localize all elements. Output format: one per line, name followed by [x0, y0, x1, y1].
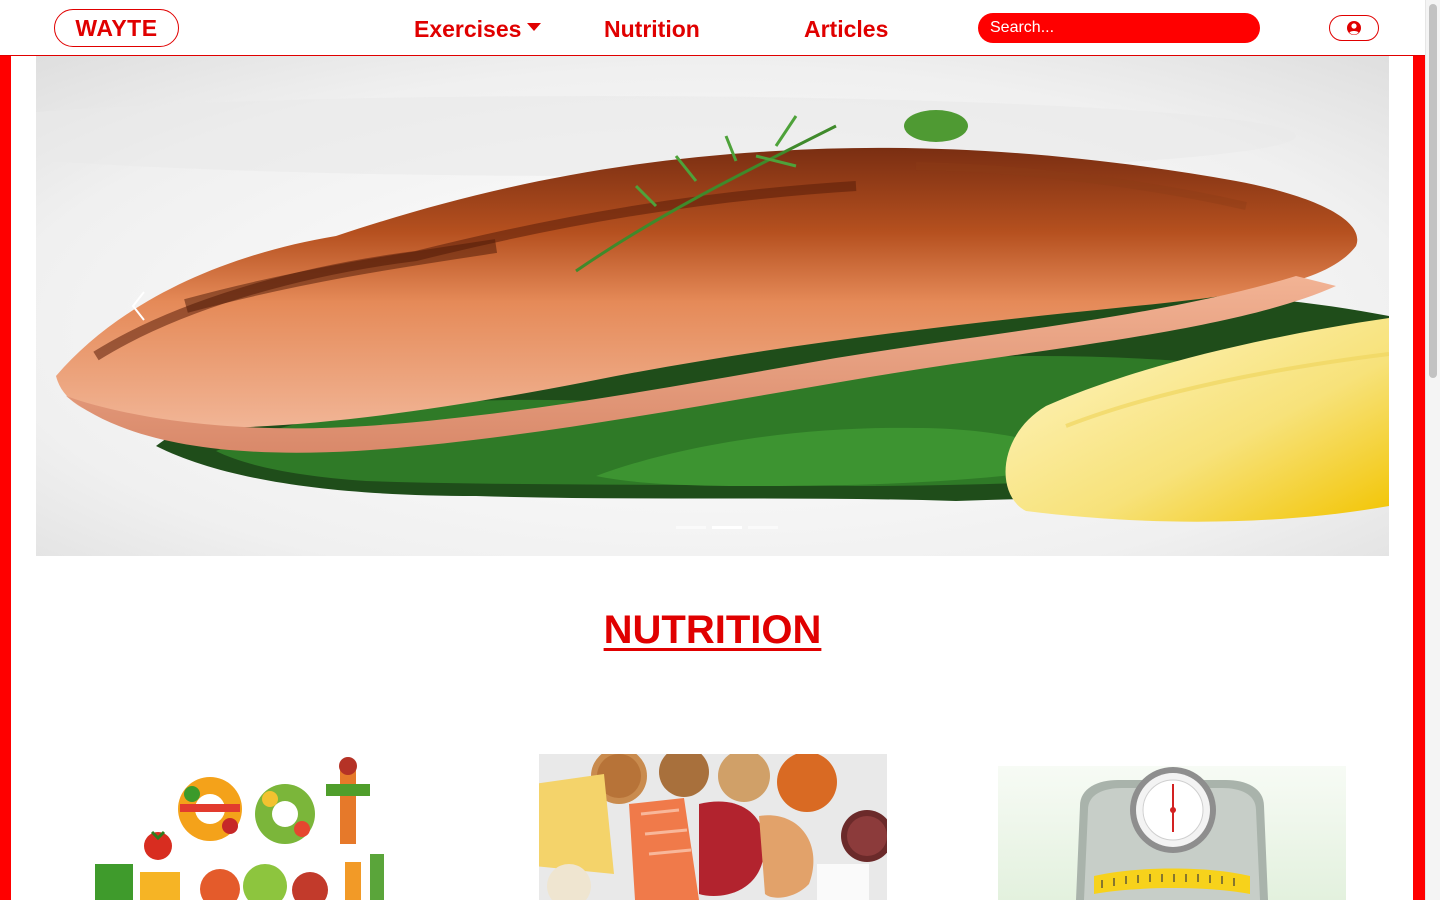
weight-scale-card-image[interactable]: [998, 766, 1346, 900]
carousel-indicators: [676, 526, 778, 529]
eat-healthy-card-image[interactable]: [80, 754, 428, 900]
brand-logo[interactable]: WAYTE: [54, 9, 179, 47]
nav-nutrition-link[interactable]: Nutrition: [604, 14, 700, 44]
carousel-indicator-1[interactable]: [676, 526, 706, 529]
carousel-indicator-2[interactable]: [712, 526, 742, 529]
carousel-indicator-3[interactable]: [748, 526, 778, 529]
vegetable-letters-image: [95, 757, 384, 900]
left-red-border: [0, 56, 11, 900]
search-input[interactable]: [978, 13, 1260, 43]
weight-scale-image: [1076, 767, 1268, 900]
caret-down-icon: [527, 23, 542, 31]
section-title: NUTRITION: [603, 608, 822, 652]
protein-foods-card-image[interactable]: [539, 754, 887, 900]
nav-exercises-label: Exercises: [414, 15, 522, 42]
user-account-button[interactable]: [1329, 15, 1379, 41]
salmon-dish-image: [36, 56, 1389, 556]
right-red-border: [1413, 56, 1425, 900]
user-circle-icon: [1347, 21, 1361, 35]
nav-exercises-dropdown[interactable]: Exercises: [414, 14, 542, 44]
hero-carousel[interactable]: [36, 56, 1389, 556]
nav-articles-link[interactable]: Articles: [804, 14, 888, 44]
chevron-left-icon: [131, 291, 145, 321]
top-navbar: WAYTE Exercises Nutrition Articles: [0, 0, 1425, 56]
scrollbar-thumb[interactable]: [1429, 4, 1437, 378]
protein-foods-image: [539, 754, 887, 900]
carousel-prev-button[interactable]: [126, 286, 166, 326]
